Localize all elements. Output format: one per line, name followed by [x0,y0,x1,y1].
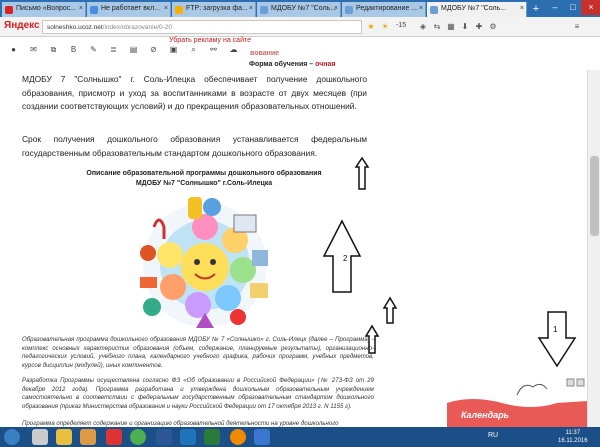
remove-ad-link[interactable]: Убрать рекламу на сайте [169,37,251,44]
url-input[interactable]: solneshko.ucoz.net/index/obrazovanie/0-2… [42,20,362,34]
tab-not-working[interactable]: Не работает вкл... × [87,2,171,17]
tab-mail[interactable]: Письмо «Вопрос... × [2,2,86,17]
widget-expand-icon[interactable] [566,378,575,387]
close-window-icon[interactable]: × [581,0,600,15]
site-icon [430,6,438,14]
language-indicator[interactable]: RU [488,432,498,439]
forma-value: очная [315,61,336,68]
forma-obucheniya: Форма обучения – очная [249,61,336,68]
program-paragraph-3: Программа определяет содержание и органи… [22,420,339,427]
bold-icon[interactable]: B [68,44,79,55]
close-icon[interactable]: × [249,5,253,12]
folder-icon[interactable] [56,429,72,445]
arrow-up-big [322,219,362,293]
table-icon[interactable]: ▤ [128,44,139,55]
mail-icon[interactable]: ✉ [28,44,39,55]
calendar-label: Календарь [461,410,509,420]
browser-tab-bar: Письмо «Вопрос... × Не работает вкл... ×… [0,0,600,17]
firefox-icon[interactable] [230,429,246,445]
yandex-logo[interactable]: Яндекс [4,20,40,31]
weather-temp: -15 [396,22,407,29]
settings-icon[interactable]: ⚙ [488,21,498,32]
site-icon [345,6,353,14]
media-icon[interactable] [80,429,96,445]
tab-label: FTP: загрузка фа... [186,5,248,12]
new-tab-button[interactable]: + [530,3,542,15]
translate-icon[interactable]: ⇆ [432,21,442,32]
close-icon[interactable]: × [79,5,83,12]
url-host: solneshko.ucoz.net [47,24,103,31]
link-icon[interactable]: ⚯ [208,44,219,55]
tab-editing[interactable]: Редактирование ... × [342,2,426,17]
maximize-icon[interactable]: □ [563,0,583,15]
mail-icon [5,6,13,14]
word-icon[interactable] [156,429,172,445]
site-icon [260,6,268,14]
forma-label: Форма обучения – [249,61,316,68]
save-icon[interactable]: ▣ [168,44,179,55]
excel-icon[interactable] [204,429,220,445]
circle-icon[interactable]: ● [8,44,19,55]
address-bar: Яндекс solneshko.ucoz.net/index/obrazova… [0,17,600,37]
close-icon[interactable]: × [419,5,423,12]
start-icon[interactable] [4,429,20,445]
copy-icon[interactable]: ⧉ [48,44,59,55]
list-icon[interactable]: ≣ [108,44,119,55]
shield-icon[interactable]: ◈ [418,21,428,32]
ftp-icon [175,6,183,14]
menu-fragment[interactable]: вование [250,50,279,57]
explorer-icon[interactable] [32,429,48,445]
close-icon[interactable]: × [334,5,338,12]
arrow-up-small-2 [382,296,398,324]
block-icon[interactable]: ⊘ [148,44,159,55]
system-clock[interactable]: 11:37 16.11.2016 [558,429,588,445]
scrollbar-thumb[interactable] [590,156,599,236]
close-icon[interactable]: × [164,5,168,12]
program-paragraph-1: Образовательная программа дошкольного об… [22,336,374,369]
widget-close-icon[interactable] [576,378,585,387]
tab-mdobu-active[interactable]: МДОБУ №7 "Соль... × [427,2,527,17]
extension-icon[interactable]: ✚ [474,21,484,32]
weather-icon[interactable]: ☀ [380,21,390,32]
calendar-widget[interactable]: Календарь [447,377,587,427]
tab-mdobu-1[interactable]: МДОБУ №7 "Соль... × [257,2,341,17]
minimize-icon[interactable]: – [545,0,565,15]
ie-icon[interactable] [180,429,196,445]
cloud-icon[interactable]: ☁ [228,44,239,55]
tab-label: Редактирование ... [356,5,418,12]
ftp-client-icon[interactable] [254,429,270,445]
tab-label: Письмо «Вопрос... [16,5,77,12]
annotation-arrows: 2 1 [322,156,577,368]
program-paragraph-2: Разработка Программы осуществлена соглас… [22,377,374,410]
page-icon [90,6,98,14]
tab-label: Не работает вкл... [101,5,161,12]
tab-label: МДОБУ №7 "Соль... [441,5,507,12]
editor-toolbar: ● ✉ ⧉ B ✎ ≣ ▤ ⊘ ▣ ⌕ ⚯ ☁ [0,37,600,61]
grid-icon[interactable]: ▦ [446,21,456,32]
edit-icon[interactable]: ✎ [88,44,99,55]
url-path: /index/obrazovanie/0-20 [102,24,173,31]
yandex-browser-icon[interactable] [106,429,122,445]
close-icon[interactable]: × [520,5,524,12]
page-scrollbar[interactable] [587,70,600,427]
search-icon[interactable]: ⌕ [188,44,199,55]
tab-label: МДОБУ №7 "Соль... [271,5,337,12]
download-icon[interactable]: ⬇ [460,21,470,32]
clock-date: 16.11.2016 [558,438,588,444]
taskbar: RU 11:37 16.11.2016 [0,427,600,447]
chrome-icon[interactable] [130,429,146,445]
page-content: МДОБУ 7 "Солнышко" г. Соль-Илецка обеспе… [0,70,587,427]
menu-icon[interactable]: ≡ [572,21,582,32]
arrow-down-label: 1 [553,325,558,334]
arrow-up-small-1 [354,156,370,190]
clock-time: 11:37 [565,430,581,436]
arrow-big-label: 2 [343,254,348,263]
caterpillar-icon [516,383,548,396]
arrow-down [537,311,577,368]
star-icon[interactable]: ★ [366,21,376,32]
tab-ftp[interactable]: FTP: загрузка фа... × [172,2,256,17]
